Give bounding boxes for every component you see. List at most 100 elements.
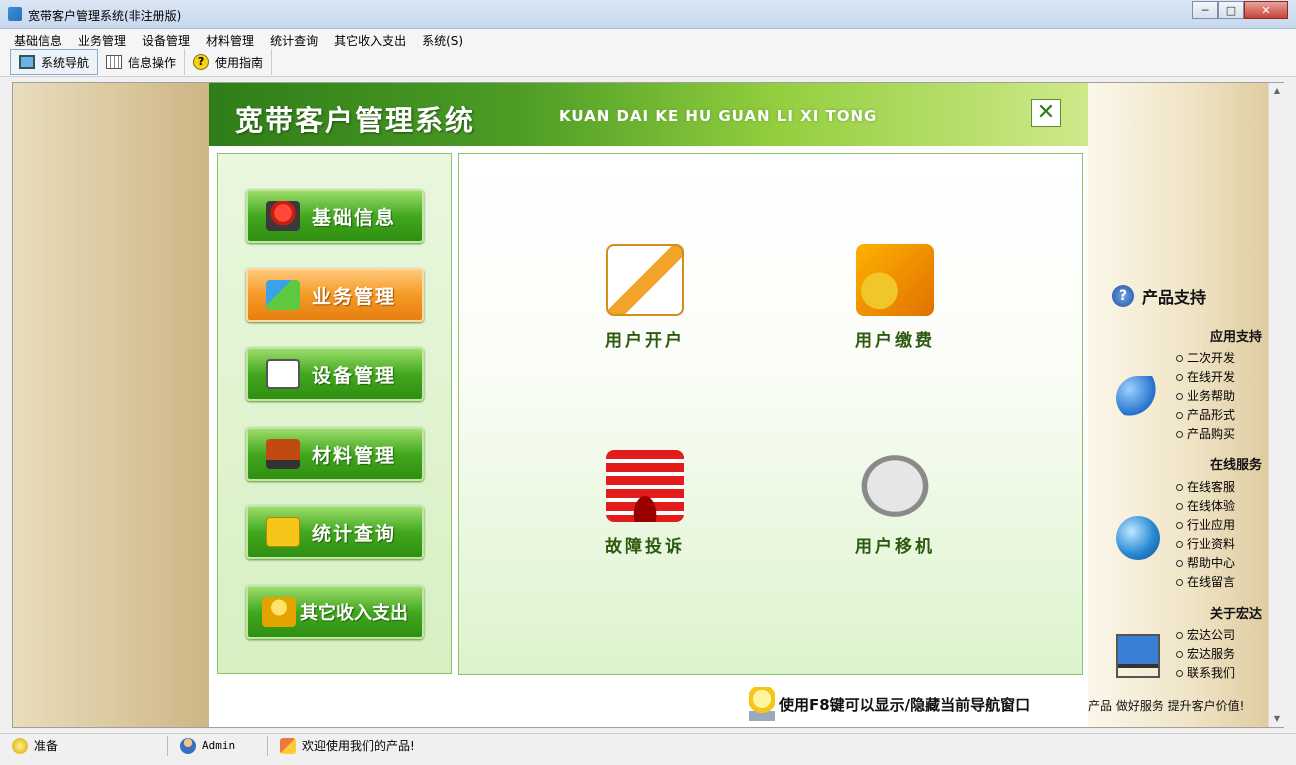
feature-label: 用户移机 bbox=[855, 537, 935, 557]
link-item[interactable]: 在线客服 bbox=[1176, 478, 1256, 497]
menu-business[interactable]: 业务管理 bbox=[70, 29, 134, 49]
scroll-down-arrow[interactable]: ▼ bbox=[1269, 711, 1285, 727]
link-text: 宏达公司 bbox=[1187, 628, 1236, 642]
monitor-icon bbox=[19, 55, 35, 69]
left-background bbox=[13, 83, 209, 727]
status-bar: 准备 Admin 欢迎使用我们的产品! bbox=[0, 733, 1296, 757]
nav-button-device[interactable]: 设备管理 bbox=[246, 347, 424, 401]
nav-subtitle: KUAN DAI KE HU GUAN LI XI TONG bbox=[559, 107, 878, 125]
link-item[interactable]: 产品形式 bbox=[1176, 406, 1256, 425]
computer-icon bbox=[1116, 634, 1160, 678]
screen-icon bbox=[266, 439, 300, 469]
feature-user-open[interactable]: 用户开户 bbox=[585, 244, 705, 351]
window-controls: ─ □ ✕ bbox=[1192, 1, 1288, 19]
link-text: 在线客服 bbox=[1187, 480, 1236, 494]
bullet-icon bbox=[1176, 560, 1183, 567]
menu-device[interactable]: 设备管理 bbox=[134, 29, 198, 49]
window-title: 宽带客户管理系统(非注册版) bbox=[28, 9, 182, 23]
link-item[interactable]: 行业应用 bbox=[1176, 516, 1256, 535]
feature-user-payment[interactable]: 用户缴费 bbox=[835, 244, 955, 351]
link-item[interactable]: 产品购买 bbox=[1176, 425, 1256, 444]
status-ready: 准备 bbox=[0, 735, 168, 756]
feature-user-move[interactable]: 用户移机 bbox=[835, 450, 955, 557]
toolbar-label: 使用指南 bbox=[215, 55, 264, 70]
bullet-icon bbox=[1176, 393, 1183, 400]
bullet-icon bbox=[1176, 632, 1183, 639]
nav-button-statistics[interactable]: 统计查询 bbox=[246, 505, 424, 559]
link-item[interactable]: 在线留言 bbox=[1176, 573, 1256, 592]
bullet-icon bbox=[1176, 541, 1183, 548]
nav-header: 宽带客户管理系统 KUAN DAI KE HU GUAN LI XI TONG … bbox=[209, 83, 1088, 146]
link-item[interactable]: 在线体验 bbox=[1176, 497, 1256, 516]
link-item[interactable]: 二次开发 bbox=[1176, 349, 1256, 368]
status-user: Admin bbox=[168, 735, 268, 756]
link-item[interactable]: 行业资料 bbox=[1176, 535, 1256, 554]
nav-module-list: 基础信息 业务管理 设备管理 材料管理 统计查询 其它收入支出 bbox=[217, 153, 452, 674]
scroll-up-arrow[interactable]: ▲ bbox=[1269, 83, 1285, 99]
about-links: 宏达公司 宏达服务 联系我们 bbox=[1176, 626, 1256, 683]
question-icon: ? bbox=[1112, 285, 1134, 307]
menu-other-income[interactable]: 其它收入支出 bbox=[326, 29, 414, 49]
toolbar-label: 系统导航 bbox=[41, 55, 90, 70]
app-support-links: 二次开发 在线开发 业务帮助 产品形式 产品购买 bbox=[1176, 349, 1256, 444]
link-item[interactable]: 宏达服务 bbox=[1176, 645, 1256, 664]
user-icon bbox=[180, 737, 196, 754]
nav-button-label: 材料管理 bbox=[312, 444, 397, 467]
link-text: 业务帮助 bbox=[1187, 389, 1236, 403]
nav-button-material[interactable]: 材料管理 bbox=[246, 427, 424, 481]
nav-button-other-income[interactable]: 其它收入支出 bbox=[246, 585, 424, 639]
link-text: 宏达服务 bbox=[1187, 647, 1236, 661]
app-icon bbox=[8, 7, 22, 21]
nav-button-business[interactable]: 业务管理 bbox=[246, 268, 424, 322]
vertical-scrollbar[interactable]: ▲ ▼ bbox=[1268, 83, 1284, 727]
device-card-icon bbox=[266, 359, 300, 389]
arrow-icon bbox=[1116, 376, 1160, 420]
menu-statistics[interactable]: 统计查询 bbox=[262, 29, 326, 49]
close-button[interactable]: ✕ bbox=[1244, 1, 1288, 19]
device-wrench-icon bbox=[856, 450, 934, 522]
bullet-icon bbox=[1176, 579, 1183, 586]
nav-button-label: 其它收入支出 bbox=[300, 603, 408, 624]
navigation-panel: 宽带客户管理系统 KUAN DAI KE HU GUAN LI XI TONG … bbox=[209, 83, 1088, 727]
bullet-icon bbox=[1176, 412, 1183, 419]
toolbar-info-operation[interactable]: 信息操作 bbox=[98, 49, 186, 75]
f8-hint-text: 使用F8键可以显示/隐藏当前导航窗口 bbox=[779, 695, 1031, 714]
feature-label: 用户缴费 bbox=[855, 331, 935, 351]
maximize-button[interactable]: □ bbox=[1218, 1, 1244, 19]
status-ready-text: 准备 bbox=[34, 739, 59, 753]
toolbar-user-guide[interactable]: ? 使用指南 bbox=[185, 49, 273, 75]
link-item[interactable]: 业务帮助 bbox=[1176, 387, 1256, 406]
link-text: 联系我们 bbox=[1187, 666, 1236, 680]
support-heading-text: 产品支持 bbox=[1142, 288, 1207, 307]
coins-icon bbox=[262, 597, 296, 627]
link-text: 帮助中心 bbox=[1187, 556, 1236, 570]
feature-fault-complaint[interactable]: 故障投诉 bbox=[585, 450, 705, 557]
link-text: 在线体验 bbox=[1187, 499, 1236, 513]
menu-system[interactable]: 系统(S) bbox=[414, 29, 471, 49]
minimize-button[interactable]: ─ bbox=[1192, 1, 1218, 19]
lightbulb-icon bbox=[749, 687, 775, 721]
help-icon: ? bbox=[193, 54, 210, 70]
toolbar-system-nav[interactable]: 系统导航 bbox=[10, 49, 99, 75]
link-item[interactable]: 在线开发 bbox=[1176, 368, 1256, 387]
link-text: 产品形式 bbox=[1187, 408, 1236, 422]
title-bar: 宽带客户管理系统(非注册版) ─ □ ✕ bbox=[0, 0, 1296, 29]
link-item[interactable]: 联系我们 bbox=[1176, 664, 1256, 683]
menu-basic-info[interactable]: 基础信息 bbox=[6, 29, 70, 49]
link-text: 二次开发 bbox=[1187, 351, 1236, 365]
nav-close-button[interactable]: ✕ bbox=[1031, 99, 1061, 127]
nav-button-label: 基础信息 bbox=[312, 206, 397, 229]
bullet-icon bbox=[1176, 522, 1183, 529]
bullet-icon bbox=[1176, 431, 1183, 438]
toolbar: 系统导航 信息操作 ? 使用指南 bbox=[0, 49, 1296, 77]
nav-button-label: 统计查询 bbox=[312, 522, 397, 545]
bullet-icon bbox=[1176, 670, 1183, 677]
nav-button-basic-info[interactable]: 基础信息 bbox=[246, 189, 424, 243]
link-item[interactable]: 宏达公司 bbox=[1176, 626, 1256, 645]
link-item[interactable]: 帮助中心 bbox=[1176, 554, 1256, 573]
menu-material[interactable]: 材料管理 bbox=[198, 29, 262, 49]
globe-icon bbox=[1116, 516, 1160, 560]
section-about-hongda: 关于宏达 bbox=[1209, 607, 1262, 622]
status-ready-icon bbox=[12, 737, 28, 754]
users-icon bbox=[266, 280, 300, 310]
